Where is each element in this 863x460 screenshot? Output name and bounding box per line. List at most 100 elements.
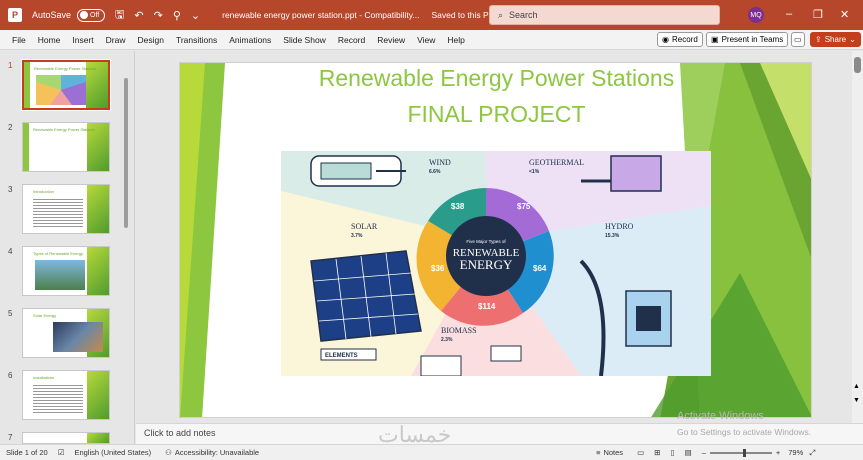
activate-windows-title: Activate Windows (677, 410, 764, 422)
wind-label: WIND (429, 158, 451, 167)
slide[interactable]: Renewable Energy Power Stations FINAL PR… (179, 62, 812, 418)
slide-sorter-icon[interactable]: ⊞ (654, 448, 660, 457)
record-icon: ◉ (662, 35, 669, 44)
tab-record[interactable]: Record (338, 35, 365, 45)
tab-transitions[interactable]: Transitions (176, 35, 217, 45)
slide-thumbnail[interactable]: Types of Renewable Energy (22, 246, 110, 296)
slide-subtitle[interactable]: FINAL PROJECT (180, 101, 811, 128)
record-button[interactable]: ◉ Record (657, 32, 703, 47)
solar-label: SOLAR (351, 222, 378, 231)
tab-review[interactable]: Review (377, 35, 405, 45)
accessibility-status[interactable]: Accessibility: Unavailable (175, 448, 259, 457)
infographic-heading-2: ENERGY (460, 257, 513, 272)
zoom-level[interactable]: 79% (788, 448, 803, 457)
scrollbar-thumb[interactable] (124, 78, 128, 228)
infographic-caption: Five Major Types of (466, 239, 506, 244)
minimize-icon[interactable]: – (786, 8, 792, 20)
language-status[interactable]: English (United States) (74, 448, 151, 457)
share-button[interactable]: ⇪ Share ⌄ (810, 32, 861, 47)
tab-insert[interactable]: Insert (72, 35, 93, 45)
slide-number: 4 (8, 247, 13, 256)
notes-icon: ≡ (596, 448, 601, 457)
slide-title[interactable]: Renewable Energy Power Stations (180, 65, 811, 92)
slide-counter[interactable]: Slide 1 of 20 (6, 448, 48, 457)
tab-help[interactable]: Help (447, 35, 464, 45)
title-bar: P AutoSave Off 🖫 ↶ ↷ ⚲ ⌄ renewable energ… (0, 0, 863, 30)
reading-view-icon[interactable]: ▯ (670, 448, 674, 457)
customize-toolbar-icon[interactable]: ⌄ (191, 9, 200, 22)
geothermal-label: GEOTHERMAL (529, 158, 584, 167)
fit-slide-icon[interactable]: ⤢ (809, 448, 815, 458)
wind-value: $38 (451, 202, 465, 211)
renewable-energy-infographic[interactable]: Five Major Types of RENEWABLE ENERGY $38… (281, 151, 711, 376)
search-icon: ⌕ (498, 9, 504, 20)
toggle-knob-icon (80, 11, 89, 19)
slide-thumbnail[interactable]: Introduction (22, 184, 110, 234)
thumb-decoration (87, 247, 109, 295)
tab-file[interactable]: File (12, 35, 26, 45)
document-title[interactable]: renewable energy power station.ppt - Com… (222, 10, 419, 20)
present-label: Present in Teams (721, 35, 784, 44)
tab-slide-show[interactable]: Slide Show (283, 35, 326, 45)
slide-thumbnail[interactable]: Renewable Energy Power Stations (21, 59, 111, 111)
accessibility-icon: ⚇ (165, 448, 172, 457)
zoom-slider-thumb[interactable] (742, 448, 746, 457)
thumb-title: Renewable Energy Power Stations (34, 66, 96, 71)
elements-brand: ELEMENTS (325, 353, 358, 359)
share-label: Share (824, 35, 847, 44)
tab-draw[interactable]: Draw (106, 35, 126, 45)
slide-thumbnail[interactable] (22, 432, 110, 444)
thumb-title: Types of Renewable Energy (33, 251, 84, 256)
tab-home[interactable]: Home (38, 35, 61, 45)
thumb-picture (53, 322, 103, 352)
slide-scrollbar[interactable]: ▲ ▼ (852, 51, 863, 423)
thumb-title: Introduction (33, 189, 54, 194)
slide-number: 3 (8, 185, 13, 194)
present-from-beginning-icon[interactable]: ⚲ (173, 9, 181, 22)
comment-icon: ▭ (794, 35, 802, 44)
share-icon: ⇪ (815, 35, 822, 44)
previous-slide-icon[interactable]: ▲ (853, 383, 860, 390)
record-label: Record (671, 35, 698, 44)
close-icon[interactable]: ✕ (840, 8, 849, 21)
thumb-picture (35, 260, 85, 290)
normal-view-icon[interactable]: ▭ (637, 448, 644, 457)
tab-animations[interactable]: Animations (229, 35, 271, 45)
zoom-in-icon[interactable]: + (776, 448, 780, 457)
save-status[interactable]: Saved to this PC (431, 10, 494, 20)
slide-thumbnail[interactable]: Installations (22, 370, 110, 420)
slide-thumbnail[interactable]: Solar Energy (22, 308, 110, 358)
search-box[interactable]: ⌕ Search (489, 5, 720, 25)
zoom-out-icon[interactable]: – (702, 448, 706, 457)
slide-thumbnail-panel: 1 Renewable Energy Power Stations 2 Rene… (0, 51, 135, 444)
autosave-toggle[interactable]: Off (77, 8, 106, 22)
chevron-down-icon: ⌄ (849, 35, 856, 44)
thumb-title: Solar Energy (33, 313, 57, 318)
slide-number: 2 (8, 123, 13, 132)
activate-windows-message: Go to Settings to activate Windows. (677, 427, 812, 437)
status-bar: Slide 1 of 20 ☑ English (United States) … (0, 444, 863, 460)
next-slide-icon[interactable]: ▼ (853, 397, 860, 404)
undo-icon[interactable]: ↶ (134, 9, 143, 22)
biomass-value: $114 (478, 302, 496, 311)
thumb-text-lines (33, 197, 83, 227)
slideshow-icon[interactable]: ▤ (685, 448, 692, 457)
slide-thumbnail[interactable]: Renewable Energy Power Stations (22, 122, 110, 172)
comments-button[interactable]: ▭ (791, 32, 805, 47)
thumbnail-scrollbar[interactable] (124, 54, 130, 440)
notes-placeholder: Click to add notes (144, 428, 216, 438)
notes-button[interactable]: Notes (603, 448, 623, 457)
zoom-slider[interactable] (709, 448, 772, 457)
save-icon[interactable]: 🖫 (115, 6, 124, 25)
scrollbar-thumb[interactable] (854, 57, 861, 73)
maximize-icon[interactable]: ❐ (813, 8, 823, 21)
search-placeholder: Search (509, 10, 538, 20)
teams-icon: ▣ (711, 35, 719, 44)
present-in-teams-button[interactable]: ▣ Present in Teams (706, 32, 789, 47)
avatar[interactable]: MQ (748, 7, 764, 23)
solar-percent: 3.7% (351, 233, 363, 239)
tab-design[interactable]: Design (138, 35, 164, 45)
redo-icon[interactable]: ↷ (154, 9, 163, 22)
tab-view[interactable]: View (417, 35, 435, 45)
spelling-icon[interactable]: ☑ (58, 448, 65, 457)
